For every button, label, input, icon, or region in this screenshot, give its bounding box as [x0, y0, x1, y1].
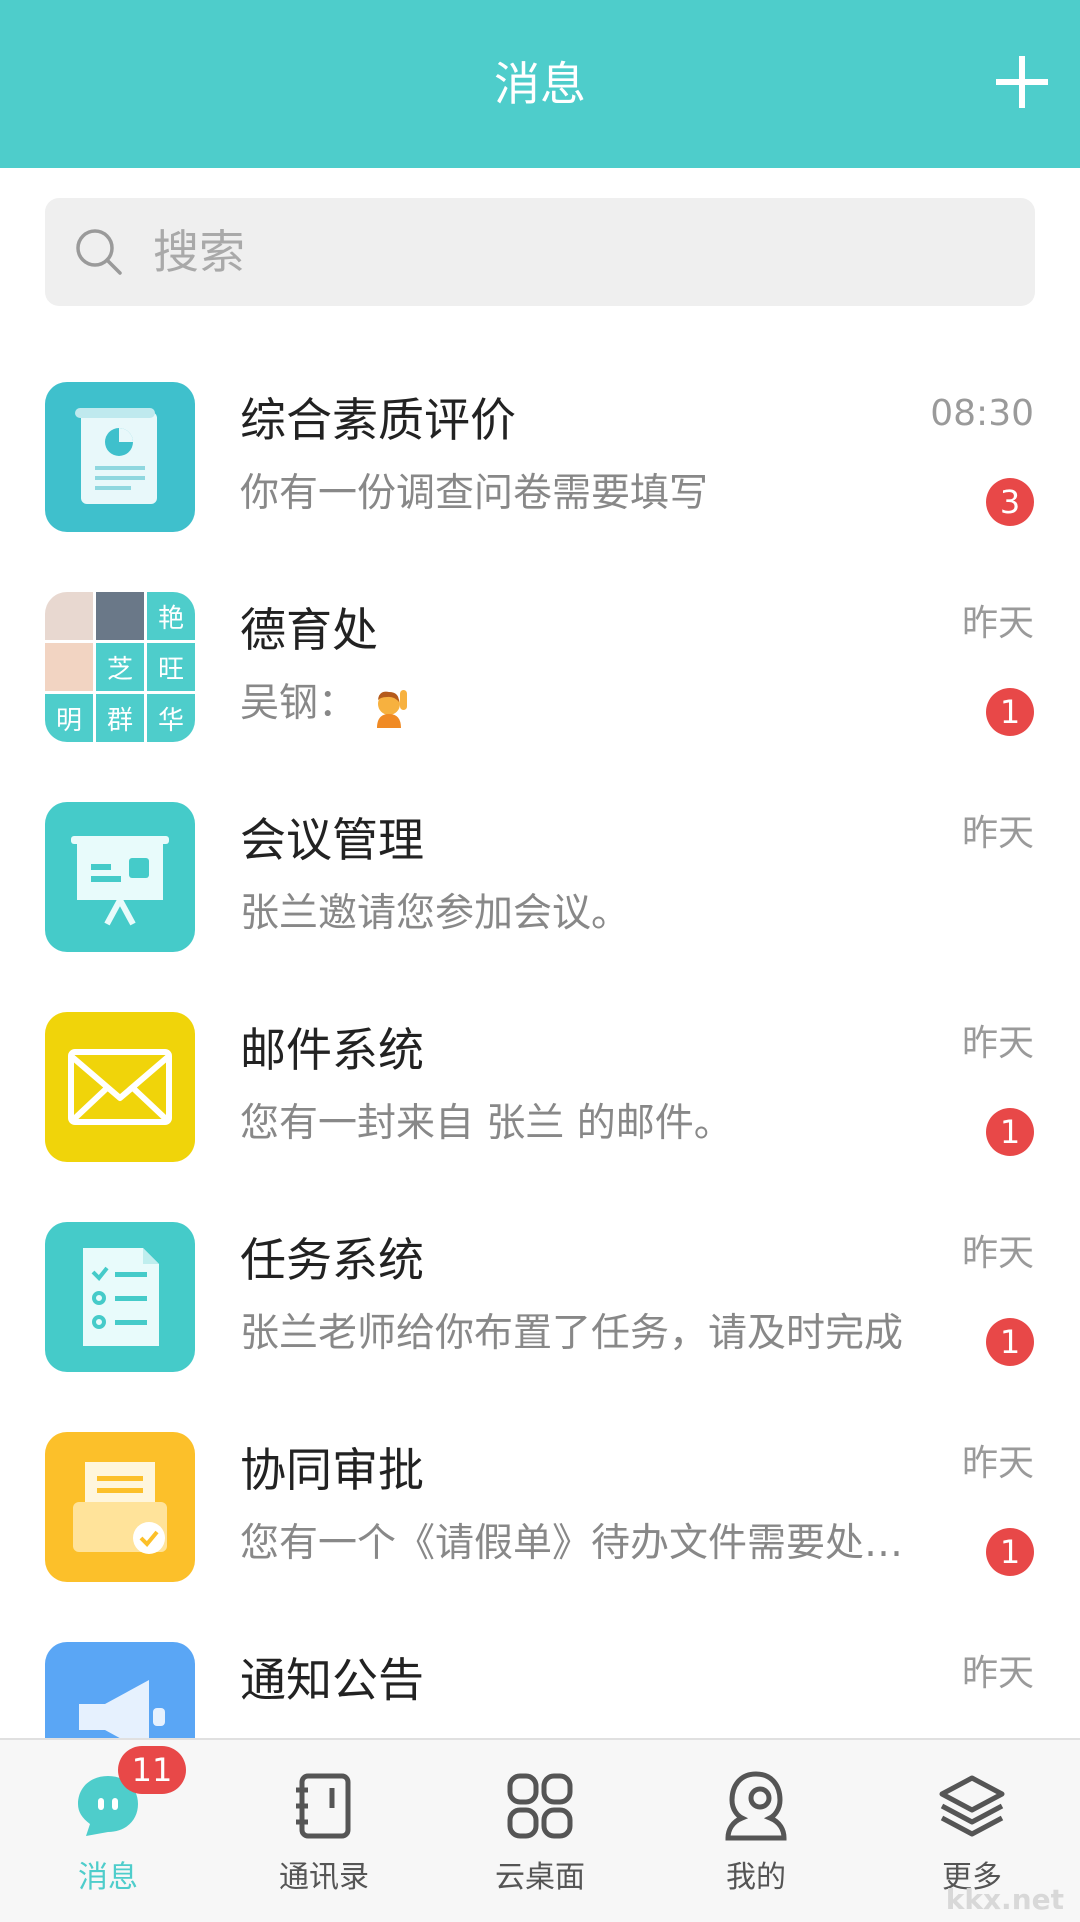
tab-label: 我的	[726, 1860, 786, 1895]
member-initial: 明	[45, 694, 93, 742]
watermark: kkx.net	[945, 1883, 1064, 1916]
megaphone-icon	[45, 1642, 195, 1738]
member-photo	[45, 592, 93, 640]
conversation-row[interactable]: 邮件系统 您有一封来自 张兰 的邮件。 昨天 1	[0, 970, 1080, 1180]
approval-folder-icon	[45, 1432, 195, 1582]
conversation-row[interactable]: 艳 芝 旺 明 群 华 德育处 吴钢： 昨天 1	[0, 550, 1080, 760]
member-initial: 群	[96, 694, 144, 742]
unread-badge: 3	[986, 478, 1034, 526]
conversation-row[interactable]: 综合素质评价 你有一份调查问卷需要填写 08:30 3	[0, 340, 1080, 550]
conversation-preview: 你有一份调查问卷需要填写	[240, 471, 709, 516]
tab-cloud-desktop[interactable]: 云桌面	[432, 1740, 648, 1922]
conversation-time: 昨天	[961, 1653, 1034, 1694]
tab-mine[interactable]: 我的	[648, 1740, 864, 1922]
conversation-time: 昨天	[961, 1233, 1034, 1274]
search-icon	[73, 226, 125, 278]
conversation-preview: 您有一个《请假单》待办文件需要处…	[240, 1521, 904, 1566]
member-initial: 旺	[147, 643, 195, 691]
tab-messages[interactable]: 11 消息	[0, 1740, 216, 1922]
unread-badge: 1	[986, 1108, 1034, 1156]
raising-hand-emoji-icon	[369, 684, 413, 728]
person-icon	[720, 1770, 792, 1842]
layers-icon	[936, 1770, 1008, 1842]
grid-apps-icon	[504, 1770, 576, 1842]
conversation-preview-wrap: 吴钢：	[240, 680, 960, 728]
search-input[interactable]: 搜索	[153, 224, 245, 280]
member-photo	[96, 592, 144, 640]
tab-label: 消息	[78, 1860, 138, 1895]
unread-badge: 1	[986, 688, 1034, 736]
presentation-board-icon	[45, 802, 195, 952]
conversation-row[interactable]: 会议管理 张兰邀请您参加会议。 昨天	[0, 760, 1080, 970]
search-bar[interactable]: 搜索	[45, 198, 1035, 306]
conversation-name: 会议管理	[240, 813, 424, 867]
add-plus-icon[interactable]	[992, 52, 1052, 112]
report-document-icon	[45, 382, 195, 532]
conversation-name: 通知公告	[240, 1653, 424, 1707]
conversation-row[interactable]: 任务系统 张兰老师给你布置了任务，请及时完成 昨天 1	[0, 1180, 1080, 1390]
member-initial: 艳	[147, 592, 195, 640]
contacts-book-icon	[288, 1770, 360, 1842]
tab-label: 云桌面	[495, 1860, 585, 1895]
unread-badge: 1	[986, 1318, 1034, 1366]
bottom-tab-bar: 11 消息 通讯录 云桌面 我的 更多 kkx.net	[0, 1738, 1080, 1922]
conversation-name: 德育处	[240, 603, 378, 657]
app-header: 消息	[0, 0, 1080, 168]
page-title: 消息	[494, 57, 586, 111]
tab-contacts[interactable]: 通讯录	[216, 1740, 432, 1922]
conversation-preview: 张兰老师给你布置了任务，请及时完成	[240, 1311, 904, 1356]
conversation-time: 昨天	[961, 813, 1034, 854]
conversation-row[interactable]: 通知公告 昨天	[0, 1600, 1080, 1738]
checklist-icon	[45, 1222, 195, 1372]
conversation-time: 08:30	[930, 393, 1034, 434]
conversation-preview: 吴钢：	[240, 681, 358, 726]
member-photo	[45, 643, 93, 691]
tab-unread-badge: 11	[118, 1746, 186, 1794]
conversation-name: 邮件系统	[240, 1023, 424, 1077]
member-initial: 芝	[96, 643, 144, 691]
envelope-icon	[45, 1012, 195, 1162]
conversation-row[interactable]: 协同审批 您有一个《请假单》待办文件需要处… 昨天 1	[0, 1390, 1080, 1600]
conversation-preview: 张兰邀请您参加会议。	[240, 891, 631, 936]
conversation-time: 昨天	[961, 1443, 1034, 1484]
tab-label: 通讯录	[279, 1860, 369, 1895]
conversation-name: 任务系统	[240, 1233, 424, 1287]
conversation-name: 综合素质评价	[240, 393, 516, 447]
member-initial: 华	[147, 694, 195, 742]
group-avatar-grid: 艳 芝 旺 明 群 华	[45, 592, 195, 742]
conversation-list: 综合素质评价 你有一份调查问卷需要填写 08:30 3 艳 芝 旺 明 群 华 …	[0, 340, 1080, 1738]
unread-badge: 1	[986, 1528, 1034, 1576]
conversation-time: 昨天	[961, 1023, 1034, 1064]
conversation-time: 昨天	[961, 603, 1034, 644]
conversation-name: 协同审批	[240, 1443, 424, 1497]
conversation-preview: 您有一封来自 张兰 的邮件。	[240, 1101, 733, 1146]
